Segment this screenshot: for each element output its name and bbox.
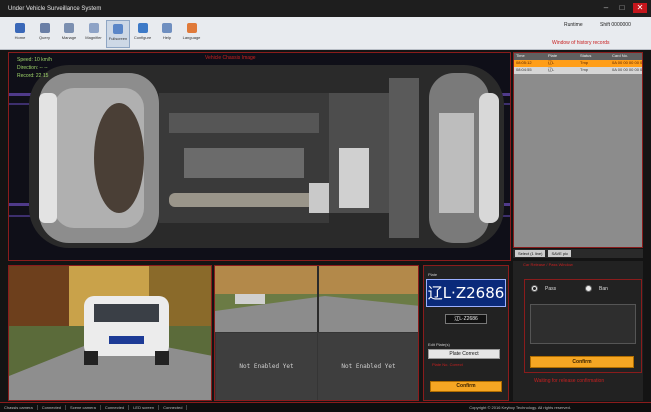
shift-value: Shift 0000000	[600, 22, 631, 28]
magnifier-icon	[88, 23, 99, 33]
toolbar-label: Home	[14, 35, 26, 40]
chassis-view-title: Vehicle Chassis Image	[205, 55, 256, 61]
edit-plate-label: Edit Plate(s)	[428, 342, 450, 347]
plate-image: 辽L·Z2686	[426, 279, 506, 307]
col-time[interactable]: Time	[514, 53, 546, 60]
toolbar-language-button[interactable]: Language	[180, 20, 204, 48]
window-controls: – □ ✕	[601, 3, 647, 13]
pass-note: Waiting for release confirmation	[534, 378, 605, 384]
cell-status: Tmp	[580, 60, 588, 65]
history-table[interactable]: Time Plate Status Card No. 08:05:12 辽L T…	[513, 52, 643, 248]
toolbar-query-button[interactable]: Query	[33, 20, 57, 48]
col-plate[interactable]: Plate	[546, 53, 578, 60]
toolbar-configure-button[interactable]: Configure	[131, 20, 155, 48]
history-filter: Select (1 line) SAVE pic	[513, 249, 643, 258]
plate-text-field[interactable]: 辽L·Z2686	[445, 314, 487, 324]
configure-icon	[137, 23, 148, 33]
plate-label: Plate	[428, 272, 438, 277]
home-icon	[15, 23, 25, 33]
status-chassis-connected: Connected	[38, 405, 67, 410]
pass-radio[interactable]	[531, 285, 538, 292]
save-pic-button[interactable]: SAVE pic	[548, 250, 572, 257]
select-line-dropdown[interactable]: Select (1 line)	[515, 250, 546, 257]
toolbar-magnifier-button[interactable]: Magnifier	[82, 20, 106, 48]
copyright-text: Copyright © 2016 Keyboy Technology. All …	[469, 405, 571, 410]
language-icon	[186, 23, 197, 33]
status-scene-camera: Scene camera	[66, 405, 101, 410]
status-chassis-camera: Chassis camera	[0, 405, 38, 410]
status-scene-connected: Connected	[101, 405, 130, 410]
status-led-screen: LED screen	[129, 405, 160, 410]
remark-textarea[interactable]	[530, 304, 636, 344]
toolbar-manage-button[interactable]: Manage	[57, 20, 81, 48]
history-header: Time Plate Status Card No.	[514, 53, 642, 60]
status-bar: Chassis camera Connected Scene camera Co…	[0, 402, 651, 412]
cell-plate: 辽L	[548, 60, 555, 65]
cell-status: Tmp	[580, 67, 588, 72]
plate-correct-input[interactable]: Plate Correct	[428, 349, 500, 359]
toolbar-label: Language	[182, 35, 201, 40]
overview-camera-image	[215, 266, 418, 332]
chassis-image-view[interactable]: Speed: 10 km/h Direction: -- -- Record: …	[8, 52, 511, 261]
camera-slot-4: Not Enabled Yet	[318, 333, 418, 400]
scene-camera-image	[9, 266, 211, 400]
app-window: Under Vehicle Surveillance System – □ ✕ …	[0, 0, 651, 412]
record-overlay: Record: 22 15	[17, 73, 49, 79]
col-status[interactable]: Status	[578, 53, 610, 60]
table-row[interactable]: 08:05:12 辽L Tmp 0A 00 00 00 00 00	[514, 60, 642, 67]
toolbar-label: Configure	[133, 35, 152, 40]
col-card[interactable]: Card No.	[610, 53, 642, 60]
query-icon	[39, 23, 50, 33]
table-row[interactable]: 08:04:55 辽L Tmp 0A 00 00 00 00 00	[514, 67, 642, 74]
cell-card: 0A 00 00 00 00 00	[612, 60, 642, 65]
toolbar-label: Query	[39, 35, 50, 40]
cell-time: 08:04:55	[516, 67, 532, 72]
pass-panel-title: Car Release / Pass Window	[523, 262, 573, 267]
close-button[interactable]: ✕	[633, 3, 647, 13]
toolbar-label: Fullscreen	[108, 36, 128, 41]
manage-icon	[64, 23, 74, 33]
cell-card: 0A 00 00 00 00 00	[612, 67, 642, 72]
toolbar-label: Manage	[61, 35, 77, 40]
window-title: Under Vehicle Surveillance System	[8, 5, 102, 12]
direction-overlay: Direction: -- --	[17, 65, 48, 71]
speed-overlay: Speed: 10 km/h	[17, 57, 53, 63]
minimize-button[interactable]: –	[601, 3, 611, 13]
plate-confirm-button[interactable]: Confirm	[430, 381, 502, 392]
toolbar-fullscreen-button[interactable]: Fullscreen	[106, 20, 130, 48]
camera-grid[interactable]: Not Enabled Yet Not Enabled Yet	[214, 265, 419, 401]
camera-slot-3: Not Enabled Yet	[216, 333, 317, 400]
cell-time: 08:05:12	[516, 60, 532, 65]
status-led-connected: Connected	[159, 405, 188, 410]
title-bar: Under Vehicle Surveillance System – □ ✕	[0, 0, 651, 17]
fullscreen-icon	[113, 24, 123, 34]
runtime-label: Runtime	[564, 22, 583, 28]
ban-radio[interactable]	[585, 285, 592, 292]
plate-correct-note: Plate No. Correct	[432, 362, 463, 367]
history-records-title: Window of history records	[552, 40, 610, 46]
pass-radio-label: Pass	[545, 286, 557, 292]
maximize-button[interactable]: □	[617, 3, 627, 13]
toolbar-home-button[interactable]: Home	[8, 20, 32, 48]
ban-radio-label: Ban	[599, 286, 608, 292]
toolbar-label: Help	[162, 35, 172, 40]
toolbar-label: Magnifier	[85, 35, 102, 40]
chassis-image	[9, 53, 510, 260]
scene-camera-view[interactable]	[8, 265, 212, 401]
cell-plate: 辽L	[548, 67, 555, 72]
toolbar-help-button[interactable]: Help	[155, 20, 179, 48]
pass-confirm-button[interactable]: Confirm	[530, 356, 634, 368]
help-icon	[162, 23, 172, 33]
